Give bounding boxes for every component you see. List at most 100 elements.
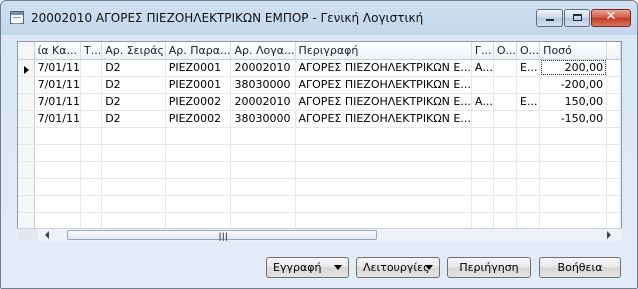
cell-description[interactable]: ΑΓΟΡΕΣ ΠΙΕΖΟΗΛΕΚΤΡΙΚΩΝ Ε...	[295, 93, 472, 111]
cell-o2[interactable]: Ε...	[516, 93, 541, 111]
column-header-document[interactable]: Αρ. Παρα...	[165, 42, 232, 60]
cell-amount[interactable]: 200,00	[539, 59, 608, 77]
row-selector[interactable]	[18, 212, 35, 230]
cell-document[interactable]: PIEZ0002	[165, 110, 232, 128]
minimize-button[interactable]	[536, 9, 563, 27]
current-row-arrow-icon	[24, 65, 29, 74]
cell-g[interactable]	[471, 76, 494, 94]
row-selector[interactable]	[18, 144, 35, 162]
cell-series[interactable]: D2	[101, 59, 166, 77]
table-row[interactable]: 7/01/11 D2 PIEZ0002 20002010 ΑΓΟΡΕΣ ΠΙΕΖ…	[18, 93, 621, 111]
cell-o2[interactable]: Ε...	[516, 59, 541, 77]
cell-document[interactable]: PIEZ0001	[165, 59, 232, 77]
cell-series[interactable]: D2	[101, 76, 166, 94]
help-button[interactable]: Βοήθεια	[539, 257, 621, 278]
column-header-account[interactable]: Αρ. Λογα...	[230, 42, 296, 60]
row-selector[interactable]	[18, 127, 35, 145]
help-button-label: Βοήθεια	[557, 261, 603, 274]
column-header-series[interactable]: Αρ. Σειράς	[101, 42, 166, 60]
cell-type[interactable]	[80, 76, 103, 94]
table-row[interactable]: 7/01/11 D2 PIEZ0002 38030000 ΑΓΟΡΕΣ ΠΙΕΖ…	[18, 110, 621, 128]
window-title: 20002010 ΑΓΟΡΕΣ ΠΙΕΖΟΗΛΕΚΤΡΙΚΩΝ ΕΜΠΟΡ - …	[31, 11, 424, 25]
column-header-g[interactable]: Γ...	[471, 42, 494, 60]
empty-row[interactable]	[18, 212, 621, 230]
cell-filler	[606, 93, 621, 111]
cell-series[interactable]: D2	[101, 110, 166, 128]
scrollbar-thumb[interactable]: ┃┃┃	[67, 230, 377, 241]
cell-date[interactable]: 7/01/11	[34, 93, 81, 111]
entry-button-label: Εγγραφή	[273, 261, 322, 274]
navigate-button[interactable]: Περιήγηση	[447, 257, 531, 278]
scroll-right-icon[interactable]	[607, 231, 611, 239]
navigate-button-label: Περιήγηση	[459, 261, 519, 274]
empty-row[interactable]	[18, 161, 621, 179]
column-header-filler	[606, 42, 621, 60]
cell-document[interactable]: PIEZ0002	[165, 93, 232, 111]
entry-button[interactable]: Εγγραφή	[266, 257, 349, 278]
column-header-type[interactable]: Τ...	[80, 42, 103, 60]
cell-o1[interactable]	[493, 59, 518, 77]
table-row[interactable]: 7/01/11 D2 PIEZ0001 38030000 ΑΓΟΡΕΣ ΠΙΕΖ…	[18, 76, 621, 94]
ledger-table: ία Κα... Τ... Αρ. Σειράς Αρ. Παρα... Αρ.…	[18, 42, 621, 230]
cell-date[interactable]: 7/01/11	[34, 76, 81, 94]
scroll-left-icon[interactable]	[45, 231, 49, 239]
cell-document[interactable]: PIEZ0001	[165, 76, 232, 94]
ledger-grid[interactable]: ία Κα... Τ... Αρ. Σειράς Αρ. Παρα... Αρ.…	[17, 41, 622, 241]
column-header-amount[interactable]: Ποσό	[539, 42, 608, 60]
cell-o1[interactable]	[493, 76, 518, 94]
cell-type[interactable]	[80, 59, 103, 77]
cell-type[interactable]	[80, 110, 103, 128]
cell-account[interactable]: 20002010	[230, 59, 296, 77]
row-selector[interactable]	[18, 178, 35, 196]
cell-date[interactable]: 7/01/11	[34, 59, 81, 77]
row-selector[interactable]	[18, 161, 35, 179]
horizontal-scrollbar[interactable]: ┃┃┃	[17, 228, 622, 241]
close-button[interactable]: ✕	[591, 9, 631, 27]
empty-row[interactable]	[18, 144, 621, 162]
main-window: 20002010 ΑΓΟΡΕΣ ΠΙΕΖΟΗΛΕΚΤΡΙΚΩΝ ΕΜΠΟΡ - …	[0, 0, 638, 289]
maximize-button[interactable]	[564, 9, 590, 27]
cell-g[interactable]: Α...	[471, 59, 494, 77]
cell-o1[interactable]	[493, 93, 518, 111]
column-header-description[interactable]: Περιγραφή	[295, 42, 472, 60]
cell-o1[interactable]	[493, 110, 518, 128]
cell-amount[interactable]: 150,00	[539, 93, 608, 111]
table-row[interactable]: 7/01/11 D2 PIEZ0001 20002010 ΑΓΟΡΕΣ ΠΙΕΖ…	[18, 59, 621, 77]
cell-o2[interactable]	[516, 76, 541, 94]
row-selector[interactable]	[18, 195, 35, 213]
cell-account[interactable]: 20002010	[230, 93, 296, 111]
cell-account[interactable]: 38030000	[230, 76, 296, 94]
close-icon: ✕	[605, 9, 617, 24]
row-selector[interactable]	[18, 76, 35, 94]
grip-icon: ┃┃┃	[218, 233, 229, 241]
cell-date[interactable]: 7/01/11	[34, 110, 81, 128]
title-bar[interactable]: 20002010 ΑΓΟΡΕΣ ΠΙΕΖΟΗΛΕΚΤΡΙΚΩΝ ΕΜΠΟΡ - …	[1, 1, 637, 35]
scrollbar-corner	[18, 229, 38, 241]
column-header-o2[interactable]: Ο...	[516, 42, 541, 60]
cell-g[interactable]: Α...	[471, 93, 494, 111]
row-selector[interactable]	[18, 110, 35, 128]
functions-button[interactable]: Λειτουργίες	[356, 257, 440, 278]
empty-row[interactable]	[18, 195, 621, 213]
row-selector-header[interactable]	[18, 42, 35, 60]
column-header-date[interactable]: ία Κα...	[34, 42, 81, 60]
cell-description[interactable]: ΑΓΟΡΕΣ ΠΙΕΖΟΗΛΕΚΤΡΙΚΩΝ Ε...	[295, 110, 472, 128]
cell-amount[interactable]: -200,00	[539, 76, 608, 94]
cell-series[interactable]: D2	[101, 93, 166, 111]
cell-description[interactable]: ΑΓΟΡΕΣ ΠΙΕΖΟΗΛΕΚΤΡΙΚΩΝ Ε...	[295, 59, 472, 77]
dropdown-arrow-icon	[425, 265, 433, 270]
cell-account[interactable]: 38030000	[230, 110, 296, 128]
row-selector[interactable]	[18, 59, 35, 77]
row-selector[interactable]	[18, 93, 35, 111]
cell-description[interactable]: ΑΓΟΡΕΣ ΠΙΕΖΟΗΛΕΚΤΡΙΚΩΝ Ε...	[295, 76, 472, 94]
functions-button-label: Λειτουργίες	[363, 261, 430, 274]
empty-row[interactable]	[18, 178, 621, 196]
cell-filler	[606, 76, 621, 94]
cell-o2[interactable]	[516, 110, 541, 128]
empty-row[interactable]	[18, 127, 621, 145]
cell-amount[interactable]: -150,00	[539, 110, 608, 128]
cell-type[interactable]	[80, 93, 103, 111]
cell-filler	[606, 59, 621, 77]
cell-g[interactable]	[471, 110, 494, 128]
column-header-o1[interactable]: Ο...	[493, 42, 518, 60]
